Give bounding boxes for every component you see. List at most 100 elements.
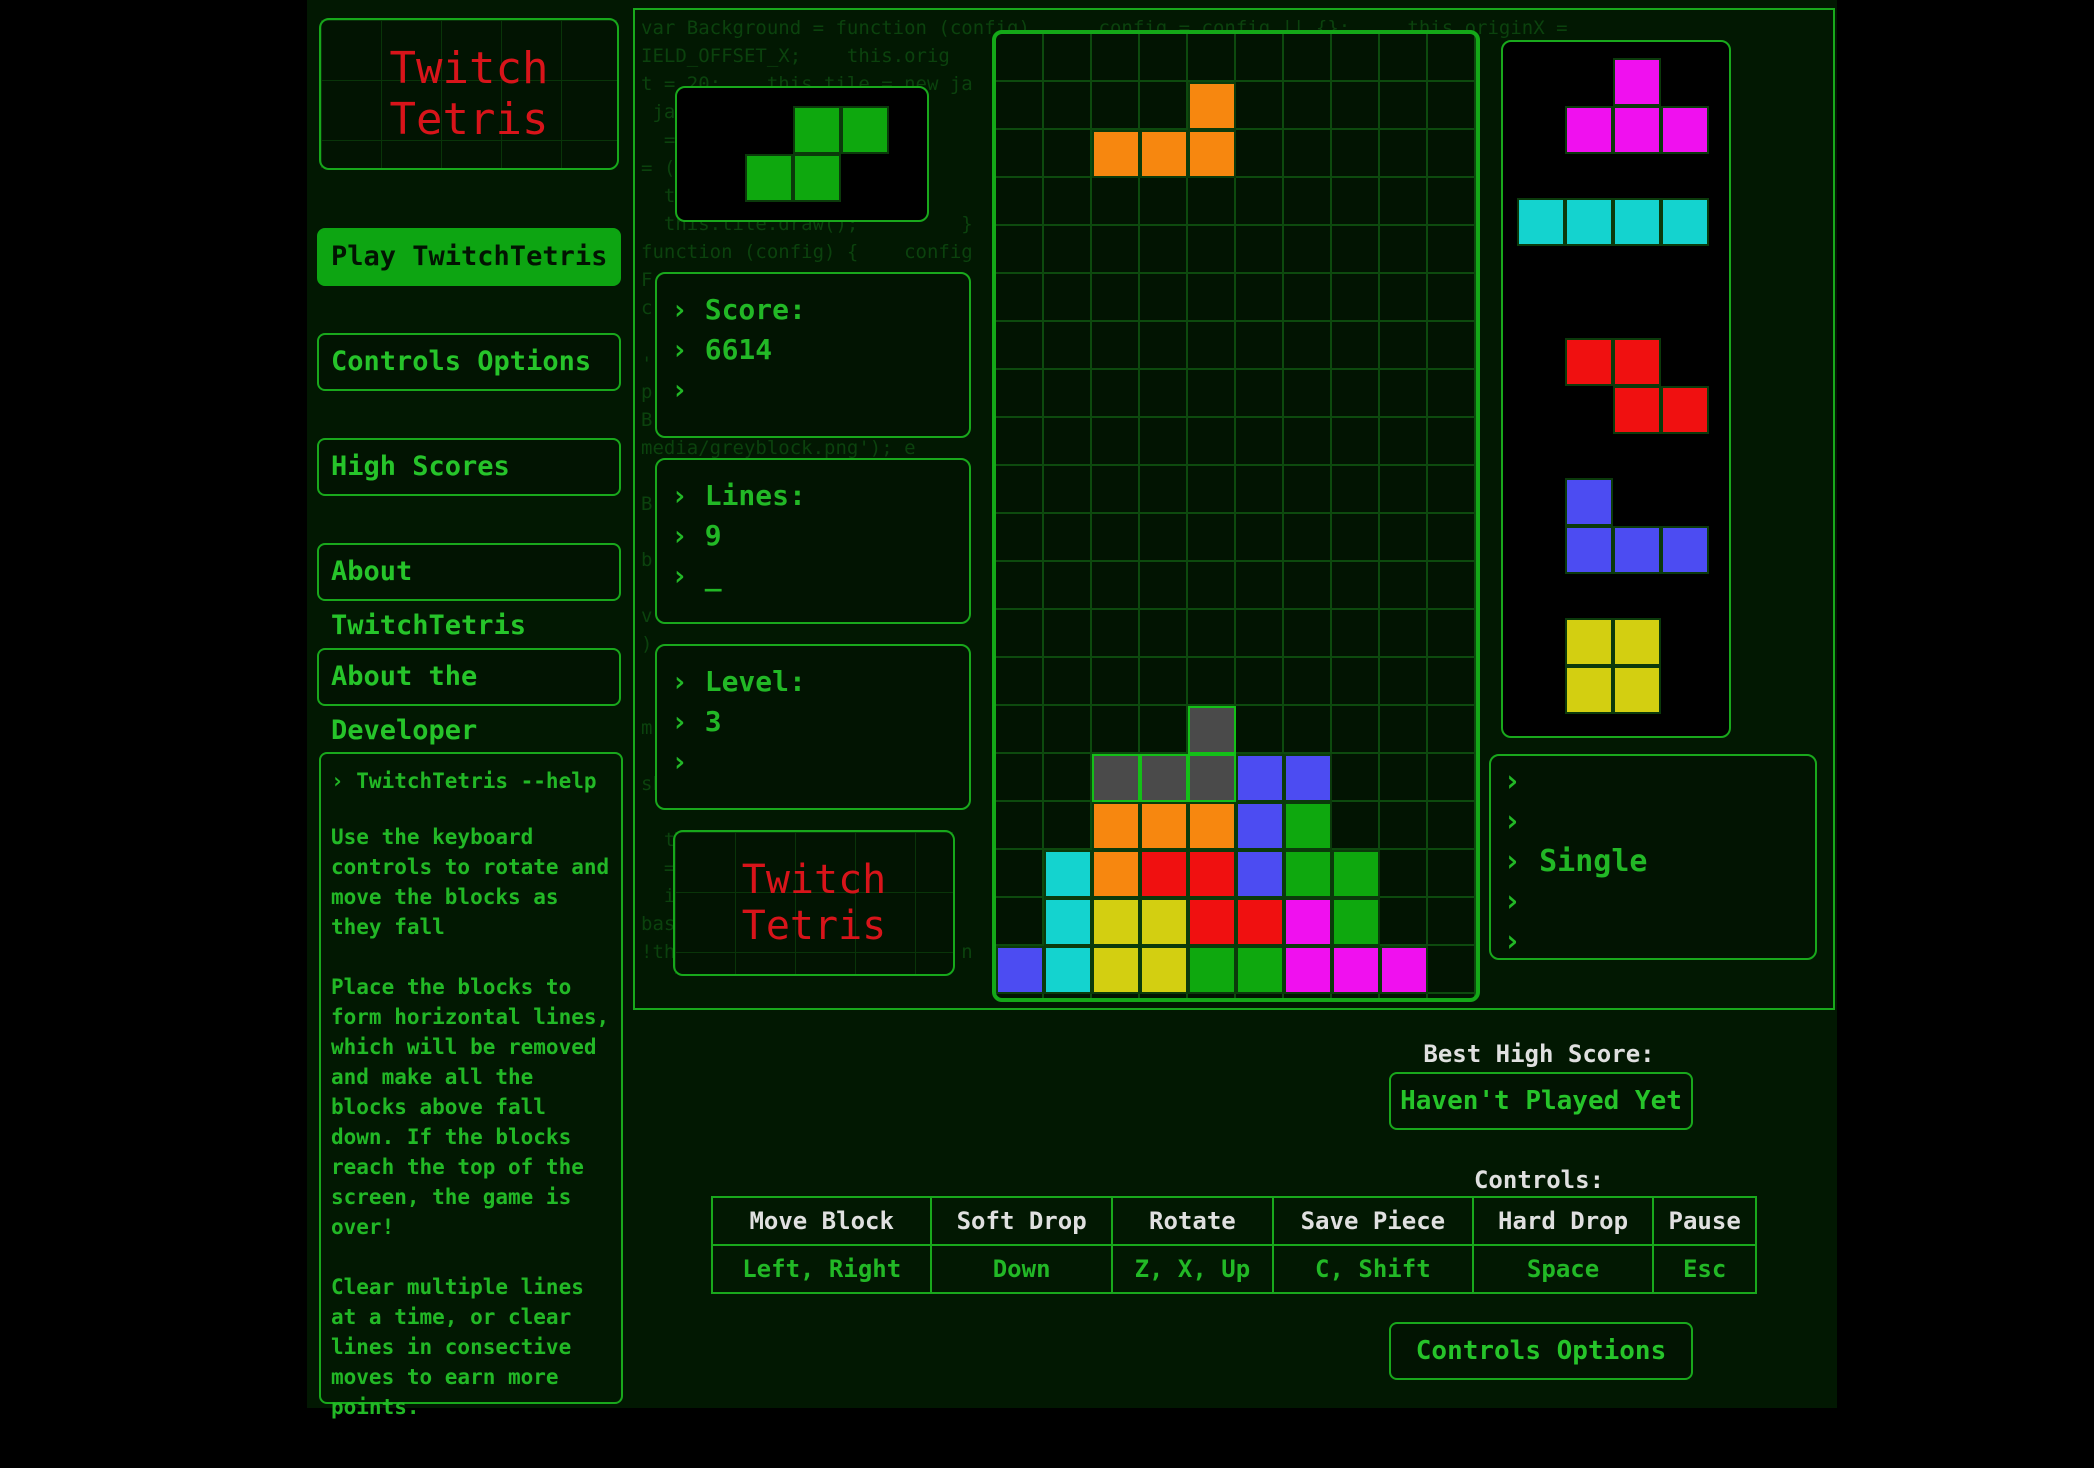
nav-controls-options-button[interactable]: Controls Options: [317, 333, 621, 391]
level-panel: › Level: › 3 ›: [655, 644, 971, 810]
message-box: › › › Single › ›: [1489, 754, 1817, 960]
controls-label: Controls:: [1473, 1166, 1605, 1194]
stack-block: [1044, 946, 1092, 994]
help-paragraph-1: Use the keyboard controls to rotate and …: [331, 825, 610, 939]
stack-block: [1092, 850, 1140, 898]
stage-logo-line2: Tetris: [741, 903, 887, 949]
lines-panel: › Lines: › 9 › _: [655, 458, 971, 624]
next-piece-block: [1565, 618, 1613, 666]
score-panel: › Score: › 6614 ›: [655, 272, 971, 438]
controls-header-move: Move Block: [710, 1196, 933, 1246]
stack-block: [1236, 946, 1284, 994]
next-piece-block: [1613, 618, 1661, 666]
score-value: › 6614: [671, 333, 773, 366]
stack-block: [1284, 802, 1332, 850]
controls-header-rotate: Rotate: [1110, 1196, 1274, 1246]
controls-key-soft-drop: Down: [930, 1244, 1113, 1294]
lines-value: › 9: [671, 519, 722, 552]
stack-block: [1284, 898, 1332, 946]
stack-block: [1188, 946, 1236, 994]
stack-block: [1236, 850, 1284, 898]
lines-prompt: › _: [671, 559, 722, 592]
next-piece-block: [1613, 106, 1661, 154]
controls-table: Move Block Soft Drop Rotate Save Piece H…: [710, 1196, 1757, 1294]
next-piece-block: [1565, 198, 1613, 246]
stack-block: [1140, 802, 1188, 850]
next-piece-block: [1661, 198, 1709, 246]
controls-header-pause: Pause: [1652, 1196, 1757, 1246]
next-pieces-queue: [1501, 40, 1731, 738]
stack-block: [1188, 850, 1236, 898]
message-line-2: ›: [1503, 804, 1522, 839]
level-prompt: ›: [671, 745, 688, 778]
controls-key-move: Left, Right: [710, 1244, 933, 1294]
stack-block: [1140, 850, 1188, 898]
best-score-value: Haven't Played Yet: [1389, 1072, 1693, 1130]
message-line-4: ›: [1503, 884, 1522, 919]
stack-block: [1284, 946, 1332, 994]
stack-block: [1044, 898, 1092, 946]
game-board[interactable]: [992, 30, 1480, 1002]
next-piece-block: [1613, 526, 1661, 574]
score-prompt: ›: [671, 373, 688, 406]
nav-about-developer-button[interactable]: About the Developer: [317, 648, 621, 746]
hold-block: [841, 106, 889, 154]
next-piece-block: [1565, 338, 1613, 386]
next-piece-block: [1613, 666, 1661, 714]
lines-label: › Lines:: [671, 479, 806, 512]
ghost-block: [1188, 754, 1236, 802]
stack-block: [1332, 946, 1380, 994]
stage-logo: Twitch Tetris: [673, 830, 955, 976]
help-panel: › TwitchTetris --help Use the keyboard c…: [319, 752, 623, 1419]
controls-options-button[interactable]: Controls Options: [1389, 1322, 1693, 1380]
controls-key-save: C, Shift: [1271, 1244, 1474, 1294]
best-score-label: Best High Score:: [1423, 1040, 1655, 1068]
nav-high-scores-button[interactable]: High Scores: [317, 438, 621, 496]
controls-header-save: Save Piece: [1271, 1196, 1474, 1246]
message-line-5: ›: [1503, 924, 1522, 959]
level-value: › 3: [671, 705, 722, 738]
ghost-block: [1188, 706, 1236, 754]
nav-play-button[interactable]: Play TwitchTetris: [317, 228, 621, 286]
stack-block: [1188, 802, 1236, 850]
controls-header-hard-drop: Hard Drop: [1471, 1196, 1655, 1246]
hold-block: [793, 154, 841, 202]
next-piece-block: [1565, 478, 1613, 526]
next-piece-block: [1613, 58, 1661, 106]
help-title: › TwitchTetris --help: [331, 769, 597, 793]
controls-key-pause: Esc: [1652, 1244, 1757, 1294]
next-piece-block: [1565, 666, 1613, 714]
message-line-1: ›: [1503, 764, 1522, 799]
stack-block: [1284, 850, 1332, 898]
stack-block: [1092, 946, 1140, 994]
next-piece-block: [1661, 106, 1709, 154]
stack-block: [1140, 898, 1188, 946]
falling-block: [1188, 130, 1236, 178]
next-piece-block: [1613, 338, 1661, 386]
message-line-3: › Single: [1503, 844, 1648, 879]
logo: Twitch Tetris: [319, 18, 619, 170]
game-stage: var Background = function (config) confi…: [633, 8, 1835, 1010]
falling-block: [1092, 130, 1140, 178]
next-piece-block: [1613, 386, 1661, 434]
stack-block: [1092, 898, 1140, 946]
stack-block: [1236, 898, 1284, 946]
hold-piece-preview: [675, 86, 929, 222]
stack-block: [1284, 754, 1332, 802]
falling-block: [1188, 82, 1236, 130]
next-piece-block: [1661, 526, 1709, 574]
logo-line2: Tetris: [389, 94, 549, 145]
next-piece-block: [1517, 198, 1565, 246]
nav-about-tetris-button[interactable]: About TwitchTetris: [317, 543, 621, 641]
stack-block: [1332, 850, 1380, 898]
level-label: › Level:: [671, 665, 806, 698]
ghost-block: [1092, 754, 1140, 802]
stack-block: [1236, 754, 1284, 802]
controls-key-hard-drop: Space: [1471, 1244, 1655, 1294]
stage-logo-line1: Twitch: [741, 857, 887, 903]
hold-block: [793, 106, 841, 154]
stack-block: [1332, 898, 1380, 946]
ghost-block: [1140, 754, 1188, 802]
controls-keys-row: Left, Right Down Z, X, Up C, Shift Space…: [710, 1244, 1757, 1294]
controls-header-row: Move Block Soft Drop Rotate Save Piece H…: [710, 1196, 1757, 1246]
